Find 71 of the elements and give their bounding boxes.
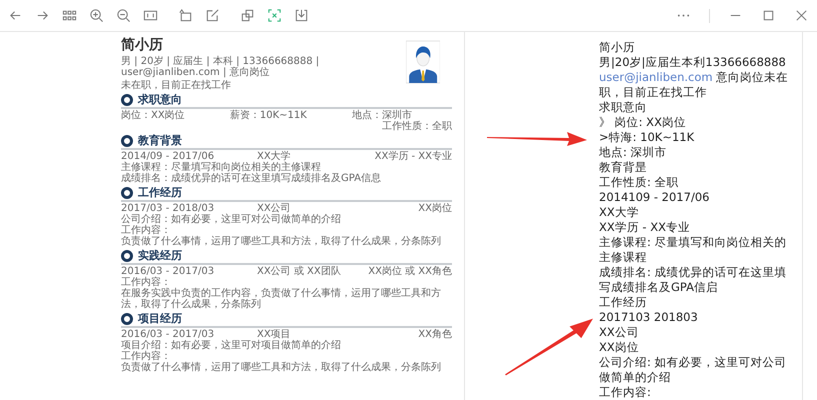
role: XX角色: [418, 329, 452, 340]
ring-icon: [121, 94, 133, 106]
close-icon[interactable]: [794, 8, 809, 23]
detail-text: 在服务实践中负责的工作内容，负责做了什么事情，运用了哪些工具和方法，取得了什么成果，分条陈列: [121, 288, 442, 310]
detail-text: 工作内容：: [121, 225, 172, 236]
extracted-text: 工作性质: 全职: [599, 175, 680, 190]
organization: XX公司 或 XX团队: [256, 266, 342, 277]
extracted-text: user@jianliben.com 意向岗位未在职，目前正在找工作: [599, 70, 790, 100]
organization: XX大学: [257, 151, 291, 162]
ring-icon: [121, 312, 133, 324]
detail-text: 工作内容：: [121, 351, 172, 362]
date-range: 2014/09 - 2017/06: [121, 151, 211, 162]
status-text: 未在职，目前正在找工作: [121, 80, 232, 91]
extracted-text: 求职意向: [599, 100, 648, 115]
maximize-icon[interactable]: [761, 8, 776, 23]
intent-field: 工作性质：全职: [121, 121, 452, 132]
date-range: 2016/03 - 2017/03: [121, 329, 211, 340]
extracted-text: 工作内容:: [599, 385, 652, 400]
resume-name: 简小历: [121, 36, 164, 54]
intent-field: 薪资：10K~11K: [230, 110, 307, 121]
extracted-text: 》 岗位: XX岗位: [599, 115, 687, 130]
extracted-text: 2017103 201803: [599, 310, 699, 325]
extracted-text: XX岗位: [599, 340, 640, 355]
scan-icon[interactable]: [267, 8, 282, 23]
fit-page-icon[interactable]: [143, 8, 158, 23]
detail-text: 项目介绍：如有必要，这里可对项目做简单的介绍: [121, 340, 342, 351]
extracted-text: 2014109 - 2017/06: [599, 190, 710, 205]
role: XX学历 - XX专业: [374, 151, 452, 162]
section-title: 求职意向: [138, 93, 182, 106]
extracted-text: 成绩排名: 成绩优异的话可在这里填写成绩排名及GPA信启: [599, 265, 788, 295]
intent-field: 岗位：XX岗位: [121, 110, 185, 121]
email-link[interactable]: user@jianliben.com: [599, 70, 713, 84]
zoom-in-icon[interactable]: [89, 8, 104, 23]
extracted-text: 教育背昰: [599, 160, 648, 175]
extracted-text: 公司介绍: 如有必要，这里可对公司做简单的介绍: [599, 355, 788, 385]
role: XX岗位 或 XX角色: [368, 266, 452, 277]
grid-icon[interactable]: [62, 8, 77, 23]
intent-field: 地点：深圳市: [352, 110, 412, 121]
detail-text: 工作内容：: [121, 277, 172, 288]
date-range: 2016/03 - 2017/03: [121, 266, 211, 277]
contact-info: 男 | 20岁 | 应届生 | 本科 | 13366668888 | user@jianliben.com | 意向岗位: [121, 56, 320, 78]
organization: XX项目: [257, 329, 292, 340]
extracted-text: 地点: 深圳市: [599, 145, 668, 160]
extracted-text: >特海: 10K~11K: [599, 130, 696, 145]
section-title: 实践经历: [138, 249, 182, 262]
date-range: 2017/03 - 2018/03: [121, 203, 211, 214]
ring-icon: [121, 250, 133, 262]
extracted-text: 主修课程: 尽量填写和向岗位相关的主修课程: [599, 235, 788, 265]
organization: XX公司: [257, 203, 292, 214]
detail-text: 负责做了什么事情，运用了哪些工具和方法，取得了什么成果，分条陈列: [121, 236, 442, 247]
download-icon[interactable]: [294, 8, 309, 23]
detail-text: 公司介绍：如有必要，这里可对公司做简单的介绍: [121, 214, 342, 225]
copy-icon[interactable]: [240, 8, 255, 23]
section-title: 教育背景: [138, 134, 182, 147]
extracted-text: XX公司: [599, 325, 640, 340]
section-title: 项目经历: [138, 312, 182, 325]
zoom-out-icon[interactable]: [116, 8, 131, 23]
extracted-text: XX学历 - XX专业: [599, 220, 691, 235]
detail-text: 主修课程：尽量填写和向岗位相关的主修课程: [121, 162, 321, 173]
section-title: 工作经历: [138, 186, 182, 199]
detail-text: 成绩排名：成绩优异的话可在这里填写成绩排名及GPA信息: [121, 173, 382, 184]
edit-icon[interactable]: [205, 8, 220, 23]
ring-icon: [121, 134, 133, 146]
extracted-text: XX大学: [599, 205, 640, 220]
extracted-text: 男|20岁|应届生本利13366668888: [599, 55, 787, 70]
role: XX岗位: [418, 203, 452, 214]
extracted-text: 简小历: [599, 40, 636, 55]
rotate-icon[interactable]: [178, 8, 193, 23]
ring-icon: [121, 186, 133, 198]
extracted-text: 工作经历: [599, 295, 648, 310]
detail-text: 负责做了什么事情，运用了哪些工具和方法，取得了什么成果，分条陈列: [121, 362, 442, 373]
